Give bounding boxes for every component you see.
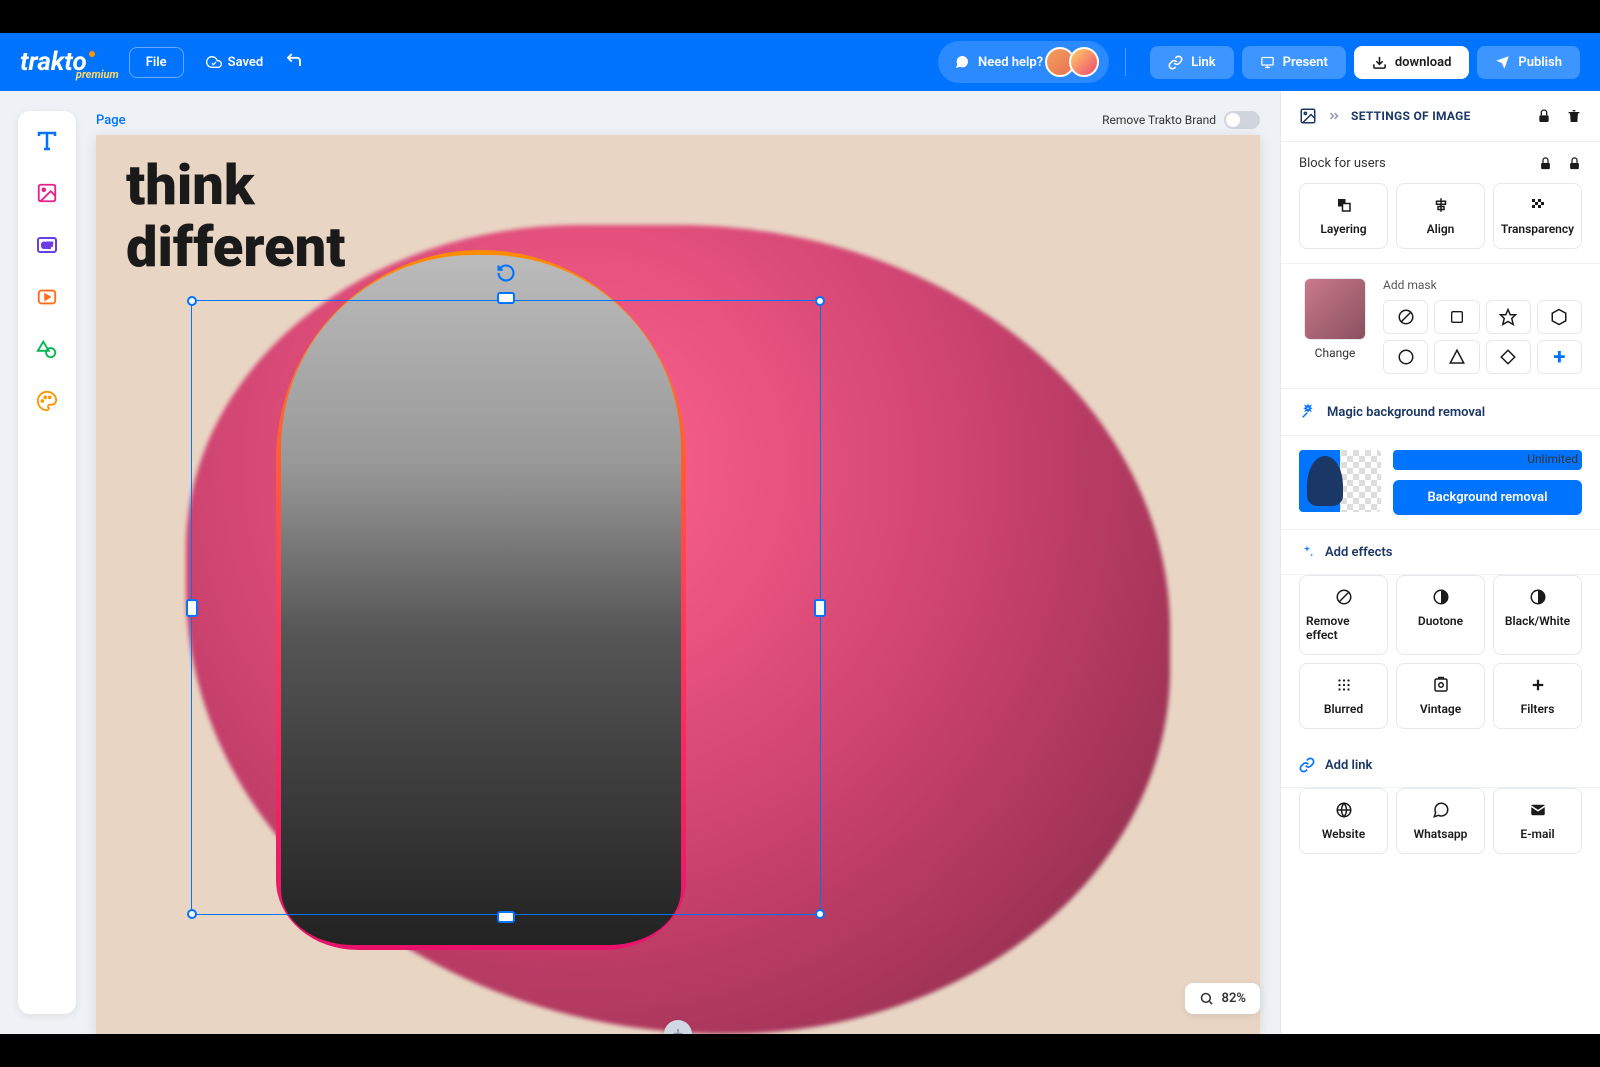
sparkle-icon [1299,544,1315,560]
transparency-button[interactable]: Transparency [1493,183,1582,249]
rotate-handle[interactable] [496,263,516,288]
present-icon [1260,55,1275,70]
blurred-button[interactable]: Blurred [1299,663,1388,729]
link-button[interactable]: Link [1150,46,1234,79]
left-toolbar: GIF [18,111,76,1014]
link-icon [1299,757,1315,773]
image-icon [1299,107,1317,125]
align-icon [1432,196,1450,214]
add-link-row[interactable]: Add link [1281,743,1600,788]
remove-brand-toggle[interactable]: Remove Trakto Brand [1102,111,1260,129]
mask-square[interactable] [1434,300,1479,334]
shapes-tool[interactable] [35,337,59,361]
transparency-icon [1529,196,1547,214]
settings-panel: SETTINGS OF IMAGE Block for users [1280,91,1600,1034]
mask-add[interactable]: + [1537,340,1582,374]
resize-handle[interactable] [815,909,825,919]
page-label[interactable]: Page [96,113,126,128]
resize-edge[interactable] [497,911,515,923]
panel-title: SETTINGS OF IMAGE [1351,109,1526,123]
image-thumbnail[interactable] [1304,278,1366,340]
whatsapp-icon [1432,801,1450,819]
grid-icon [1335,676,1353,694]
resize-edge[interactable] [186,599,198,617]
resize-edge[interactable] [497,292,515,304]
publish-button[interactable]: Publish [1477,46,1580,79]
gif-tool[interactable]: GIF [35,233,59,257]
trash-icon[interactable] [1566,108,1582,124]
none-icon [1335,588,1353,606]
design-canvas[interactable]: think different + [96,135,1260,1034]
chevrons-right-icon[interactable] [1327,109,1341,123]
resize-handle[interactable] [187,296,197,306]
vintage-icon [1432,676,1450,694]
mail-icon [1529,801,1547,819]
remove-effect-button[interactable]: Remove effect [1299,575,1388,655]
help-button[interactable]: Need help? [938,41,1109,83]
add-mask-label: Add mask [1383,278,1582,292]
align-button[interactable]: Align [1396,183,1485,249]
file-button[interactable]: File [129,47,184,78]
resize-handle[interactable] [187,909,197,919]
mask-triangle[interactable] [1434,340,1479,374]
svg-text:GIF: GIF [42,242,53,250]
globe-icon [1335,801,1353,819]
mask-star[interactable] [1486,300,1531,334]
block-users-label: Block for users [1299,156,1386,171]
halfcircle-icon [1529,588,1547,606]
layers-icon [1335,196,1353,214]
selection-box[interactable] [191,300,821,915]
add-effects-row[interactable]: Add effects [1281,530,1600,575]
saved-indicator: Saved [206,54,264,70]
canvas-headline[interactable]: think different [126,155,345,278]
video-tool[interactable] [35,285,59,309]
canvas-area: Page Remove Trakto Brand think different [76,91,1280,1034]
present-button[interactable]: Present [1242,46,1346,79]
chat-icon [954,54,970,70]
mask-circle[interactable] [1383,340,1428,374]
magic-wand-icon [1299,403,1317,421]
website-link-button[interactable]: Website [1299,788,1388,854]
zoom-control[interactable]: 82% [1185,983,1260,1014]
undo-button[interactable] [285,51,303,74]
vintage-button[interactable]: Vintage [1396,663,1485,729]
send-icon [1495,55,1510,70]
image-tool[interactable] [35,181,59,205]
premium-badge: premium [76,68,119,81]
download-icon [1372,55,1387,70]
help-avatars [1051,47,1099,77]
filters-button[interactable]: Filters [1493,663,1582,729]
palette-tool[interactable] [35,389,59,413]
unlimited-label: Unlimited [1393,452,1582,466]
text-tool[interactable] [35,129,59,153]
search-icon [1199,991,1214,1006]
bg-removal-preview [1299,450,1381,512]
topbar: trakto premium File Saved Need help? [0,33,1600,91]
mask-diamond[interactable] [1486,340,1531,374]
avatar [1069,47,1099,77]
duotone-button[interactable]: Duotone [1396,575,1485,655]
lock-icon[interactable] [1567,156,1582,171]
resize-edge[interactable] [814,599,826,617]
mask-none[interactable] [1383,300,1428,334]
whatsapp-link-button[interactable]: Whatsapp [1396,788,1485,854]
plus-icon [1529,676,1547,694]
change-button[interactable]: Change [1315,346,1356,360]
link-icon [1168,55,1183,70]
magic-bg-row[interactable]: Magic background removal [1281,389,1600,436]
duotone-icon [1432,588,1450,606]
download-button[interactable]: download [1354,46,1470,79]
mask-hexagon[interactable] [1537,300,1582,334]
bw-button[interactable]: Black/White [1493,575,1582,655]
lock-icon[interactable] [1536,108,1552,124]
cloud-icon [206,54,222,70]
toggle-switch[interactable] [1224,111,1260,129]
email-link-button[interactable]: E-mail [1493,788,1582,854]
layering-button[interactable]: Layering [1299,183,1388,249]
resize-handle[interactable] [815,296,825,306]
bg-removal-button[interactable]: Background removal [1393,480,1582,515]
lock-icon[interactable] [1538,156,1553,171]
brand-logo: trakto premium [20,47,87,77]
